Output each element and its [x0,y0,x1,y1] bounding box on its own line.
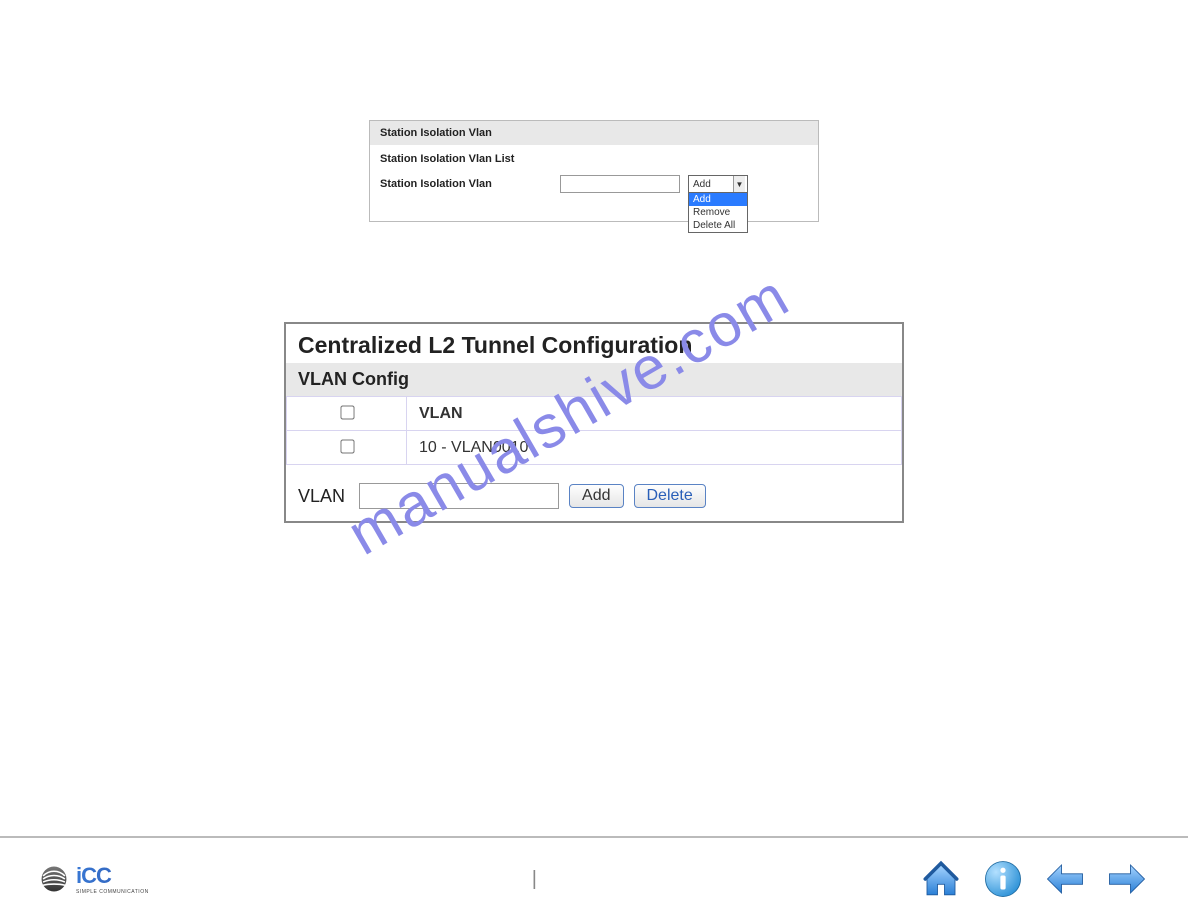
vlan-table: VLAN 10 - VLAN0010 [286,396,902,465]
chevron-down-icon: ▼ [733,176,745,192]
logo: iCC SIMPLE COMMUNICATION [40,863,149,895]
vlan-row-value: 10 - VLAN0010 [407,431,902,465]
logo-icon [40,865,68,893]
page-separator: | [532,868,537,891]
dropdown-option-delete-all[interactable]: Delete All [689,219,747,232]
station-isolation-panel: Station Isolation Vlan Station Isolation… [369,120,819,222]
home-icon[interactable] [920,858,962,900]
vlan-action-dropdown[interactable]: Add ▼ [688,175,748,193]
vlan-footer-label: VLAN [298,486,345,507]
delete-button[interactable]: Delete [634,484,706,508]
panel2-subheader: VLAN Config [286,363,902,396]
divider [0,836,1188,838]
dropdown-list: Add Remove Delete All [688,192,748,233]
vlan-footer-input[interactable] [359,483,559,509]
l2-tunnel-panel: Centralized L2 Tunnel Configuration VLAN… [284,322,904,523]
dropdown-selected-label: Add [693,179,711,190]
table-row: 10 - VLAN0010 [287,431,902,465]
vlan-select-all-checkbox[interactable] [340,405,354,419]
dropdown-option-add[interactable]: Add [689,193,747,206]
panel1-title: Station Isolation Vlan [370,121,818,145]
vlan-row-checkbox[interactable] [340,439,354,453]
logo-letters: iCC [76,863,149,889]
next-arrow-icon[interactable] [1106,858,1148,900]
info-icon[interactable] [982,858,1024,900]
panel1-subtitle: Station Isolation Vlan List [380,153,808,165]
station-isolation-vlan-label: Station Isolation Vlan [380,178,560,190]
station-isolation-vlan-input[interactable] [560,175,680,193]
add-button[interactable]: Add [569,484,623,508]
vlan-column-header: VLAN [407,397,902,431]
dropdown-option-remove[interactable]: Remove [689,206,747,219]
logo-subtitle: SIMPLE COMMUNICATION [76,889,149,895]
panel2-title: Centralized L2 Tunnel Configuration [286,324,902,363]
prev-arrow-icon[interactable] [1044,858,1086,900]
